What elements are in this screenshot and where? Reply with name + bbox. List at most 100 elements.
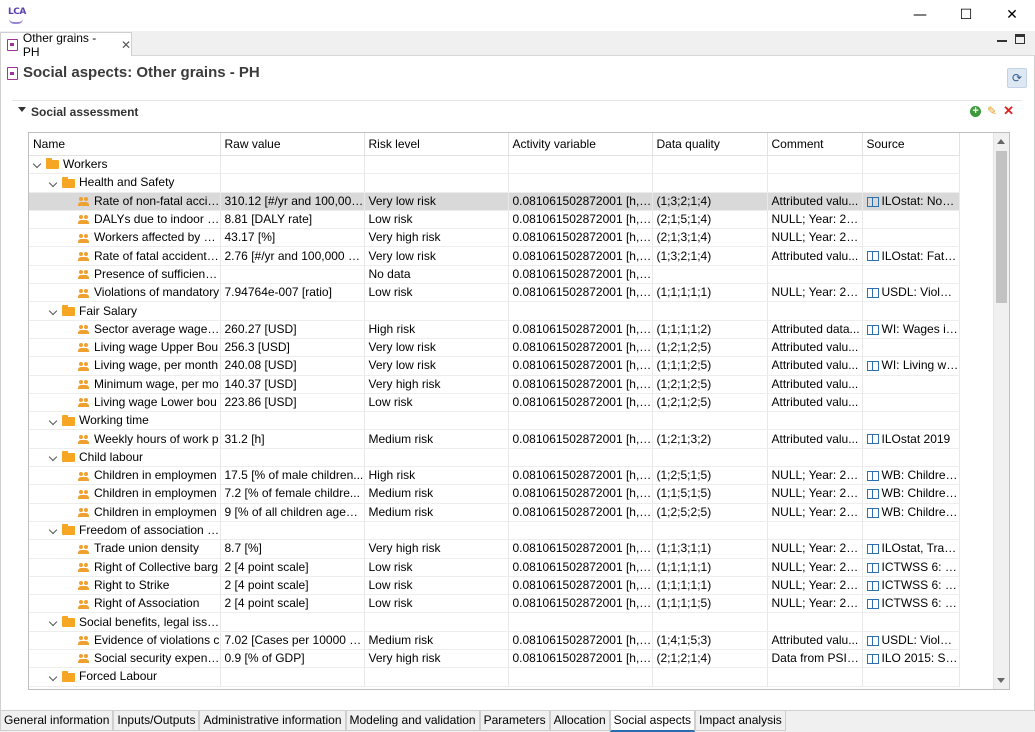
comment-cell[interactable]: NULL; Year: 2011 <box>767 466 863 486</box>
raw-cell[interactable] <box>220 301 365 321</box>
raw-cell[interactable]: 2 [4 point scale] <box>220 576 365 596</box>
activity-cell[interactable] <box>508 612 653 632</box>
raw-cell[interactable]: 140.37 [USD] <box>220 375 365 394</box>
quality-cell[interactable] <box>652 173 768 193</box>
quality-cell[interactable]: (1;2;1;2;5) <box>652 375 768 394</box>
risk-cell[interactable]: Low risk <box>364 594 509 614</box>
table-row[interactable]: Trade union density 8.7 [%] Very high risk… <box>29 539 960 559</box>
name-cell[interactable]: Living wage, per month <box>29 356 221 376</box>
risk-cell[interactable]: Low risk <box>364 283 509 303</box>
name-cell[interactable]: Children in employmen <box>29 466 221 486</box>
comment-cell[interactable]: Attributed valu... <box>767 393 863 413</box>
source-cell[interactable] <box>862 210 960 230</box>
raw-cell[interactable]: 240.08 [USD] <box>220 356 365 376</box>
activity-cell[interactable]: 0.081061502872001 [h, ... <box>508 356 653 376</box>
risk-cell[interactable]: Low risk <box>364 558 509 577</box>
table-row[interactable]: Health and Safety <box>29 173 960 193</box>
comment-cell[interactable]: NULL; Year: 2011 <box>767 503 863 522</box>
risk-cell[interactable] <box>364 521 509 541</box>
table-row[interactable]: Weekly hours of work p 31.2 [h] Medium ris… <box>29 429 960 449</box>
scroll-up-icon[interactable] <box>997 139 1005 144</box>
risk-cell[interactable] <box>364 155 509 175</box>
name-cell[interactable]: Right of Association <box>29 594 221 614</box>
close-tab-icon[interactable]: ✕ <box>121 38 131 52</box>
name-cell[interactable]: Social benefits, legal issues <box>29 612 221 632</box>
source-cell[interactable] <box>862 265 960 285</box>
comment-cell[interactable] <box>767 155 863 175</box>
table-row[interactable]: Rate of fatal accidents a 2.76 [#/yr and … <box>29 246 960 266</box>
source-cell[interactable] <box>862 155 960 175</box>
name-cell[interactable]: Minimum wage, per mo <box>29 375 221 394</box>
source-cell[interactable] <box>862 393 960 413</box>
raw-cell[interactable] <box>220 448 365 468</box>
risk-cell[interactable]: Medium risk <box>364 429 509 449</box>
raw-cell[interactable] <box>220 667 365 687</box>
name-cell[interactable]: Violations of mandatory <box>29 283 221 303</box>
activity-cell[interactable] <box>508 155 653 175</box>
table-row[interactable]: Workers affected by nat 43.17 [%] Very hig… <box>29 228 960 248</box>
activity-cell[interactable]: 0.081061502872001 [h, ... <box>508 503 653 522</box>
quality-cell[interactable]: (1;1;1;2;5) <box>652 356 768 376</box>
risk-cell[interactable]: Low risk <box>364 576 509 596</box>
source-cell[interactable] <box>862 173 960 193</box>
risk-cell[interactable]: Very high risk <box>364 649 509 669</box>
expand-chevron-icon[interactable] <box>49 453 58 462</box>
risk-cell[interactable] <box>364 301 509 321</box>
page-tab[interactable]: Parameters <box>479 711 550 731</box>
activity-cell[interactable]: 0.081061502872001 [h, ... <box>508 576 653 596</box>
expand-chevron-icon[interactable] <box>49 417 58 426</box>
column-header[interactable]: Source <box>862 133 960 156</box>
activity-cell[interactable] <box>508 301 653 321</box>
activity-cell[interactable] <box>508 667 653 687</box>
comment-cell[interactable] <box>767 612 863 632</box>
risk-cell[interactable]: Very low risk <box>364 356 509 376</box>
comment-cell[interactable]: NULL; Year: 2014 <box>767 539 863 559</box>
comment-cell[interactable]: Attributed valu... <box>767 429 863 449</box>
activity-cell[interactable] <box>508 448 653 468</box>
comment-cell[interactable]: NULL; Year: 2017 <box>767 576 863 596</box>
risk-cell[interactable]: Low risk <box>364 393 509 413</box>
comment-cell[interactable]: NULL; Year: 2017 <box>767 558 863 577</box>
table-row[interactable]: Children in employmen 7.2 [% of female ch… <box>29 484 960 504</box>
name-cell[interactable]: Evidence of violations c <box>29 631 221 651</box>
risk-cell[interactable] <box>364 667 509 687</box>
table-row[interactable]: Right of Collective barg 2 [4 point scale… <box>29 558 960 577</box>
raw-cell[interactable]: 17.5 [% of male children... <box>220 466 365 486</box>
source-cell[interactable]: ILOstat: Non-... <box>862 192 960 211</box>
page-tab[interactable]: Administrative information <box>199 711 346 731</box>
minimize-button[interactable]: — <box>897 0 943 30</box>
source-cell[interactable]: ILOstat: Fatal ... <box>862 246 960 266</box>
quality-cell[interactable]: (1;1;5;1;5) <box>652 484 768 504</box>
raw-cell[interactable] <box>220 173 365 193</box>
source-cell[interactable]: WB: Children... <box>862 503 960 522</box>
page-tab[interactable]: Modeling and validation <box>345 711 480 731</box>
editor-tab[interactable]: Other grains - PH ✕ <box>0 31 132 59</box>
raw-cell[interactable]: 2 [4 point scale] <box>220 594 365 614</box>
expand-chevron-icon[interactable] <box>49 618 58 627</box>
table-row[interactable]: Working time <box>29 411 960 431</box>
quality-cell[interactable]: (1;2;1;3;2) <box>652 429 768 449</box>
name-cell[interactable]: Workers affected by nat <box>29 228 221 248</box>
quality-cell[interactable]: (1;3;2;1;4) <box>652 246 768 266</box>
name-cell[interactable]: DALYs due to indoor an <box>29 210 221 230</box>
raw-cell[interactable]: 7.2 [% of female childre... <box>220 484 365 504</box>
raw-cell[interactable] <box>220 612 365 632</box>
expand-chevron-icon[interactable] <box>49 179 58 188</box>
page-tab[interactable]: General information <box>0 711 114 731</box>
source-cell[interactable]: WI: Wages in... <box>862 320 960 339</box>
risk-cell[interactable]: Very low risk <box>364 338 509 358</box>
quality-cell[interactable]: (1;2;5;1;5) <box>652 466 768 486</box>
raw-cell[interactable] <box>220 155 365 175</box>
quality-cell[interactable] <box>652 411 768 431</box>
risk-cell[interactable]: Medium risk <box>364 631 509 651</box>
source-cell[interactable]: WB: Children... <box>862 466 960 486</box>
raw-cell[interactable]: 310.12 [#/yr and 100,000... <box>220 192 365 211</box>
risk-cell[interactable]: Very high risk <box>364 539 509 559</box>
quality-cell[interactable]: (1;2;1;2;5) <box>652 338 768 358</box>
source-cell[interactable]: ILOstat 2019 <box>862 429 960 449</box>
risk-cell[interactable]: High risk <box>364 320 509 339</box>
comment-cell[interactable]: Attributed valu... <box>767 338 863 358</box>
raw-cell[interactable] <box>220 265 365 285</box>
column-header[interactable]: Raw value <box>220 133 365 156</box>
name-cell[interactable]: Child labour <box>29 448 221 468</box>
